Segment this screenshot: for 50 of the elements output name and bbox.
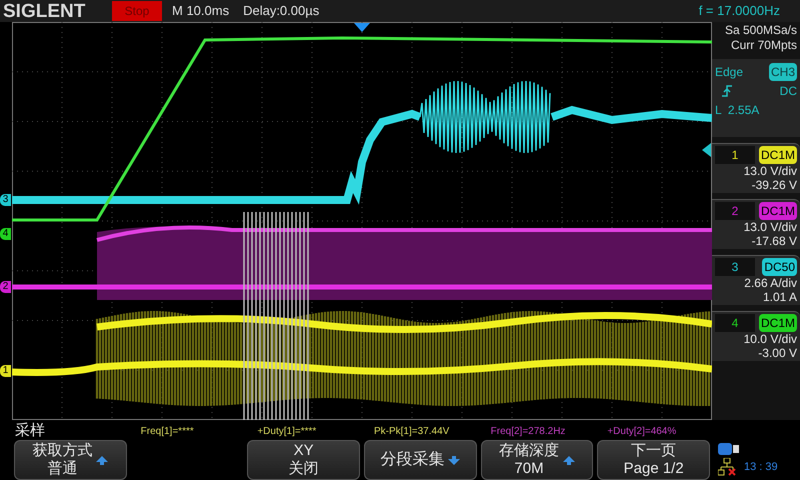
measurement-readout: Freq[2]=278.2Hz: [490, 424, 566, 439]
memory-depth-label: Curr 70Mpts: [730, 38, 797, 53]
menu-title: 采样: [14, 421, 46, 441]
usb-icon: [718, 443, 740, 455]
measurement-readout: Pk-Pk[1]=37.44V: [372, 424, 450, 439]
trigger-coupling-label: DC: [780, 83, 797, 100]
trigger-panel[interactable]: Edge CH3 DC L 2.55A: [712, 59, 800, 137]
coupling-badge: DC1M: [758, 314, 797, 332]
softkey-button[interactable]: 获取方式 普通: [14, 440, 127, 480]
softkey-button[interactable]: 下一页 Page 1/2: [597, 440, 710, 480]
coupling-badge: DC1M: [758, 202, 797, 220]
offset-label: -3.00 V: [758, 346, 797, 360]
channel-marker[interactable]: 3: [0, 194, 11, 206]
measurement-readout: Freq[1]=****: [140, 424, 195, 439]
vertical-scale-label: 13.0 V/div: [744, 164, 797, 178]
coupling-badge: DC50: [762, 258, 797, 276]
channel-marker[interactable]: 1: [0, 365, 11, 377]
brand-logo: SIGLENT: [2, 2, 86, 20]
delay-label: Delay:0.00µs: [243, 2, 320, 20]
trigger-type-label: Edge: [715, 64, 744, 81]
softkey-button[interactable]: 分段采集: [364, 440, 477, 480]
offset-label: -39.26 V: [752, 178, 797, 192]
channel-panel[interactable]: 4 DC1M 10.0 V/div -3.00 V: [712, 311, 800, 361]
channel-marker[interactable]: 2: [0, 281, 11, 293]
vertical-scale-label: 2.66 A/div: [744, 276, 797, 290]
rising-edge-icon: [721, 85, 733, 97]
channel-number: 1: [715, 146, 755, 164]
coupling-badge: DC1M: [758, 146, 797, 164]
channel-number: 3: [715, 258, 755, 276]
measurement-readout: +Duty[2]=464%: [606, 424, 678, 439]
channel-panel[interactable]: 2 DC1M 13.0 V/div -17.68 V: [712, 199, 800, 249]
channel-number: 4: [715, 314, 755, 332]
trigger-level-label: L 2.55A: [715, 102, 760, 119]
measurement-readout: +Duty[1]=****: [256, 424, 318, 439]
vertical-scale-label: 10.0 V/div: [744, 332, 797, 346]
offset-label: 1.01 A: [762, 290, 797, 304]
network-icon: [718, 458, 736, 476]
offset-label: -17.68 V: [752, 234, 797, 248]
channel-number: 2: [715, 202, 755, 220]
timebase-label: M 10.0ms: [172, 2, 230, 20]
channel-marker[interactable]: 4: [0, 228, 11, 240]
frequency-label: f = 17.0000Hz: [698, 2, 780, 20]
trigger-source-badge[interactable]: CH3: [768, 63, 797, 81]
softkey-button[interactable]: XY 关闭: [247, 440, 360, 480]
vertical-scale-label: 13.0 V/div: [744, 220, 797, 234]
sample-rate-label: Sa 500MSa/s: [724, 23, 797, 38]
softkey-button[interactable]: 存储深度 70M: [480, 440, 594, 480]
channel-panel[interactable]: 3 DC50 2.66 A/div 1.01 A: [712, 255, 800, 305]
clock-label: 13 : 39: [744, 460, 778, 475]
channel-panel[interactable]: 1 DC1M 13.0 V/div -39.26 V: [712, 143, 800, 193]
